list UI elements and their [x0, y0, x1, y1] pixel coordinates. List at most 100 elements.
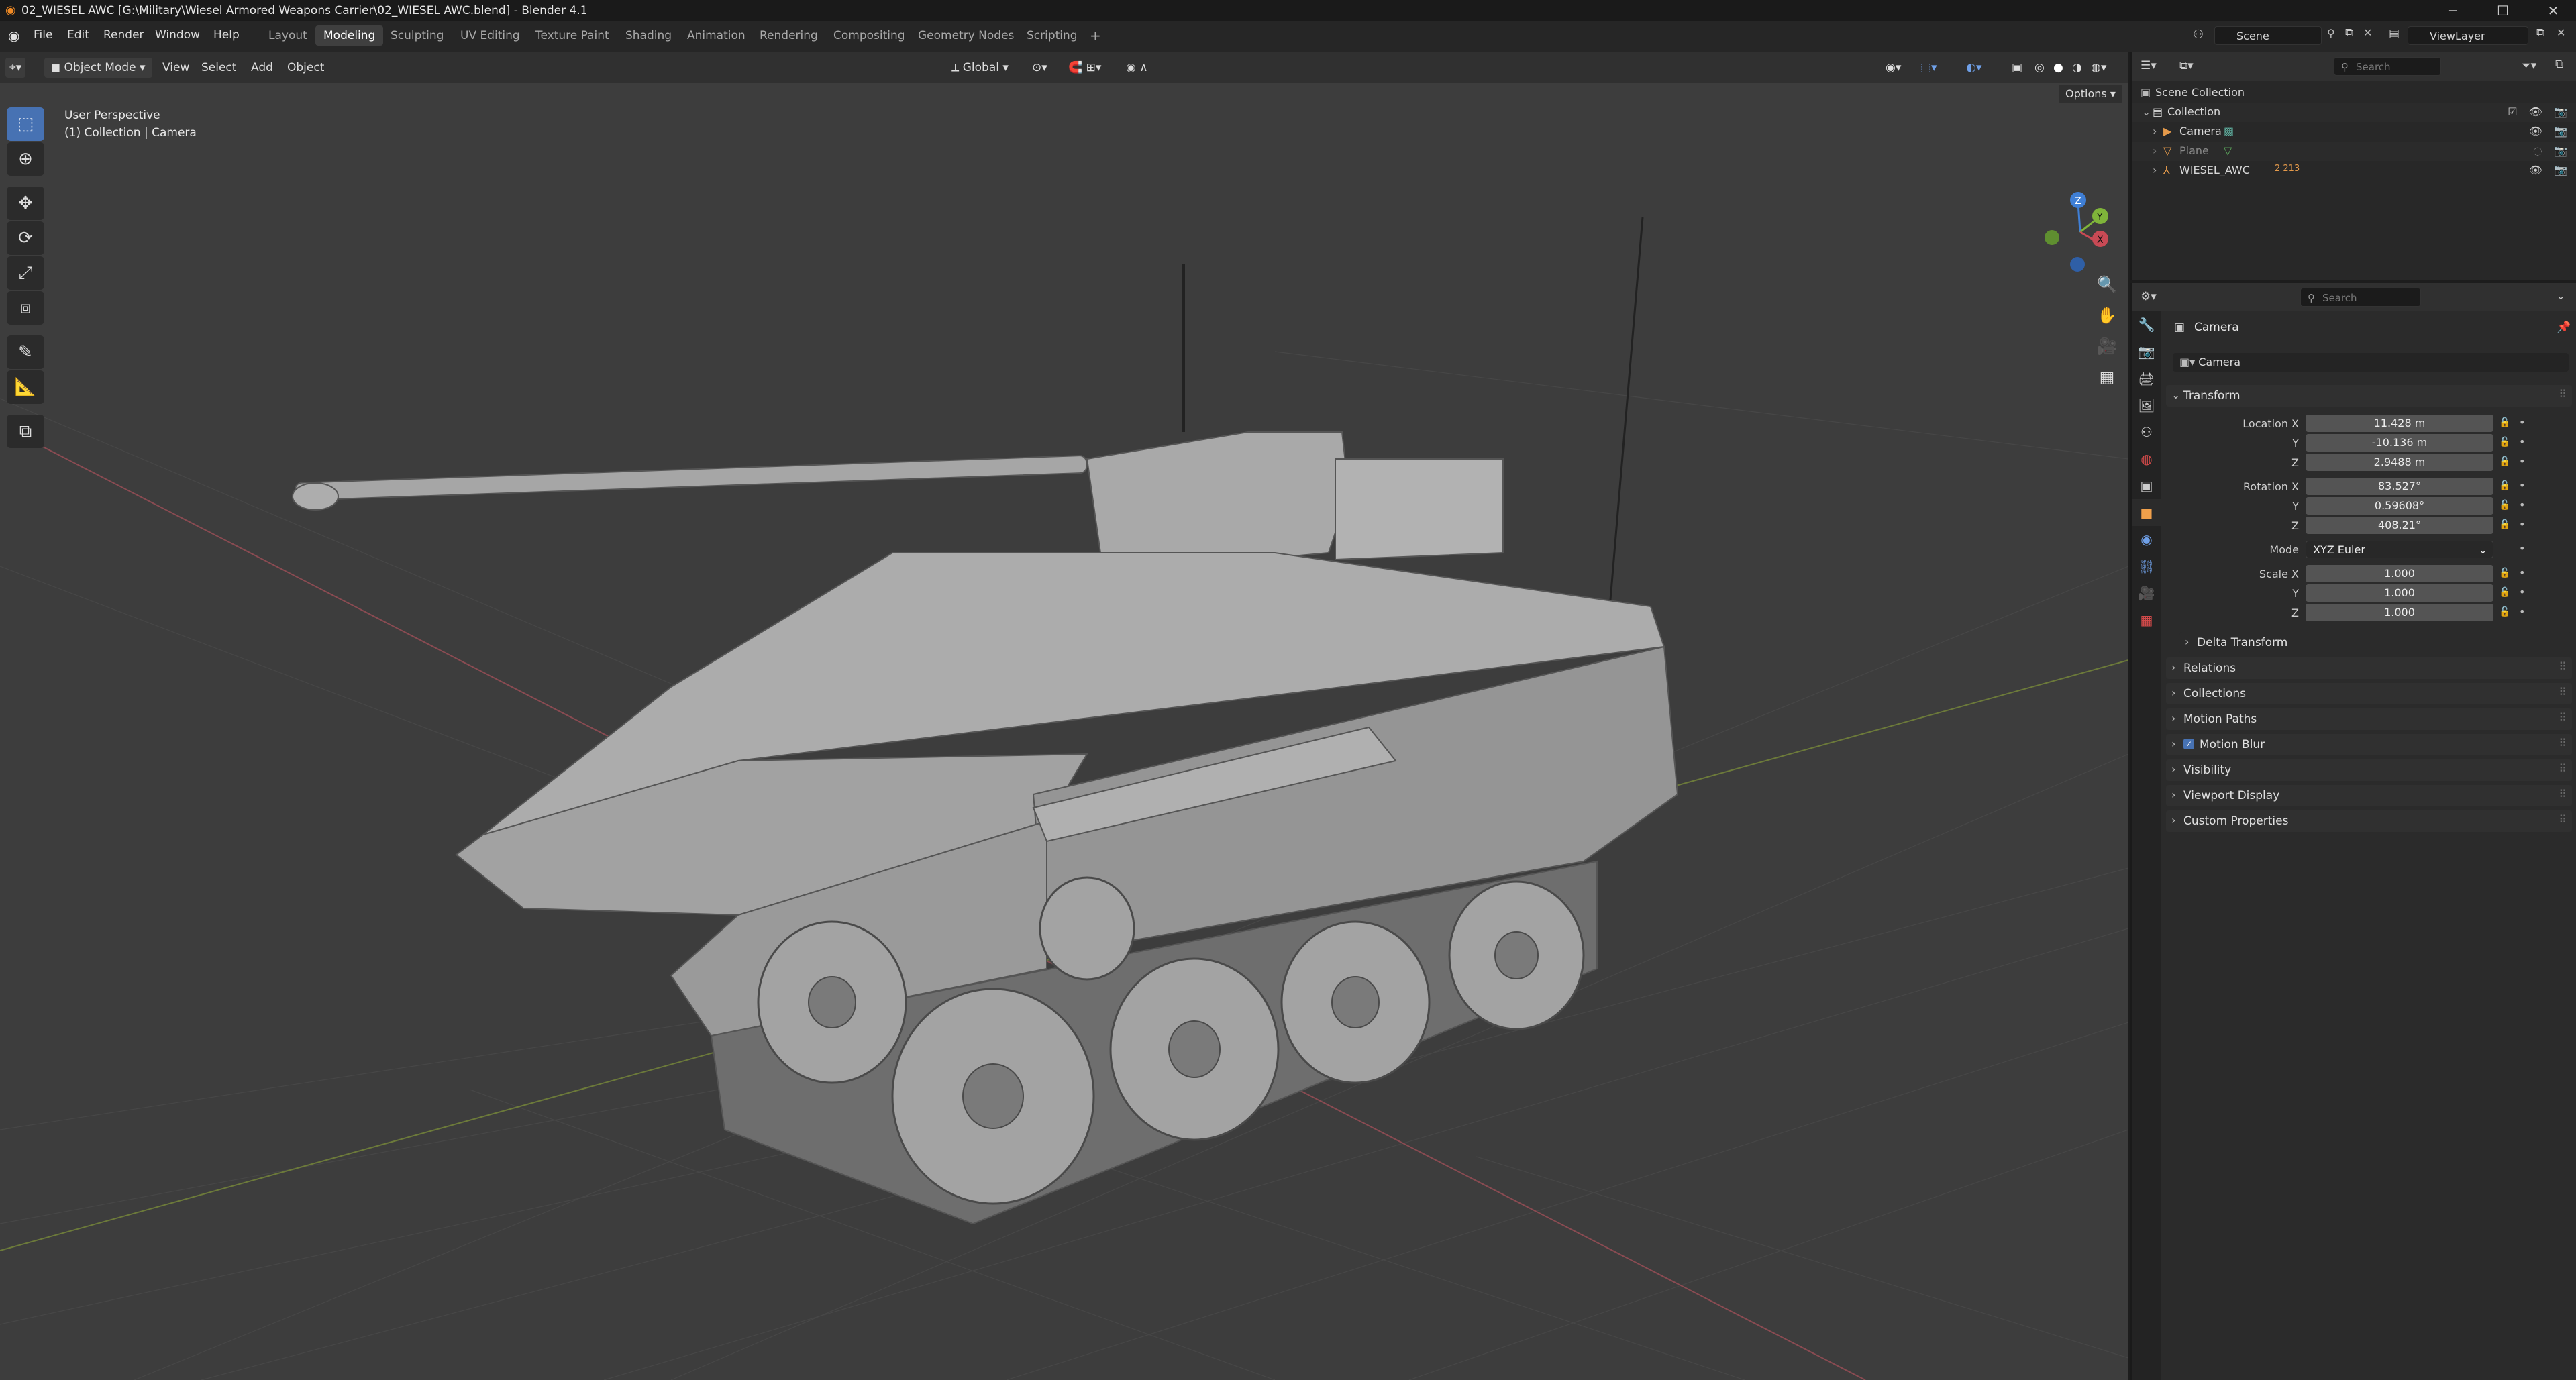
keyframe-dot-icon[interactable]: •: [2519, 498, 2525, 511]
close-button[interactable]: ✕: [2533, 0, 2573, 21]
rotate-tool-icon[interactable]: ⟳: [7, 221, 44, 255]
collection-visibility-icons[interactable]: ☑ 👁 📷: [2508, 105, 2571, 118]
motion-blur-panel-header[interactable]: › ✓ Motion Blur ⠿: [2166, 734, 2572, 755]
physics-tab-icon[interactable]: ◉: [2132, 526, 2161, 553]
new-scene-icon[interactable]: ⧉: [2345, 26, 2353, 40]
new-viewlayer-icon[interactable]: ⧉: [2536, 26, 2544, 40]
object-data-tab-icon[interactable]: 🎥: [2132, 580, 2161, 606]
display-mode-icon[interactable]: ⧉▾: [2179, 59, 2194, 72]
tab-geometry-nodes[interactable]: Geometry Nodes: [910, 25, 1022, 46]
drag-handle-icon[interactable]: ⠿: [2559, 711, 2567, 724]
rotation-mode-dropdown[interactable]: XYZ Euler ⌄: [2306, 541, 2493, 558]
lock-icon[interactable]: 🔓: [2499, 519, 2510, 530]
tab-animation[interactable]: Animation: [679, 25, 754, 46]
3d-viewport[interactable]: Z Y X User Perspective (1) Collection | …: [0, 83, 2128, 1380]
outliner-collection[interactable]: ⌄ ▤ Collection ☑ 👁 📷: [2132, 103, 2576, 122]
blender-menu-icon[interactable]: ◉: [8, 28, 19, 44]
pin-icon[interactable]: 📌: [2557, 321, 2571, 334]
lock-icon[interactable]: 🔓: [2499, 417, 2510, 428]
lock-icon[interactable]: 🔓: [2499, 587, 2510, 598]
viewport-menu-object[interactable]: Object: [280, 58, 331, 78]
navigation-gizmo[interactable]: Z Y X: [2045, 192, 2108, 272]
collection-tab-icon[interactable]: ▣: [2132, 472, 2161, 499]
editor-type-icon[interactable]: ⌖▾: [5, 58, 26, 78]
viewport-menu-select[interactable]: Select: [195, 58, 243, 78]
lock-icon[interactable]: 🔓: [2499, 500, 2510, 511]
menu-help[interactable]: Help: [213, 28, 240, 42]
pan-hand-icon[interactable]: ✋: [2094, 302, 2120, 329]
motion-paths-panel-header[interactable]: › Motion Paths ⠿: [2166, 708, 2572, 730]
tool-tab-icon[interactable]: 🔧: [2132, 311, 2161, 338]
menu-render[interactable]: Render: [103, 28, 144, 42]
pivot-point-icon[interactable]: ⊙▾: [1025, 58, 1054, 78]
keyframe-dot-icon[interactable]: •: [2519, 455, 2525, 468]
lock-icon[interactable]: 🔓: [2499, 568, 2510, 578]
expand-arrow-icon[interactable]: ›: [2153, 164, 2157, 176]
tab-modeling[interactable]: Modeling: [315, 25, 384, 46]
annotate-tool-icon[interactable]: ✎: [7, 335, 44, 369]
expand-arrow-icon[interactable]: ›: [2153, 125, 2157, 138]
drag-handle-icon[interactable]: ⠿: [2559, 388, 2567, 401]
transform-tool-icon[interactable]: ⧈: [7, 291, 44, 325]
keyframe-dot-icon[interactable]: •: [2519, 586, 2525, 598]
gizmo-toggle-icon[interactable]: ⬚▾: [1914, 58, 1944, 78]
measure-tool-icon[interactable]: 📐: [7, 370, 44, 404]
plane-visibility-icons[interactable]: ◌ 📷: [2533, 144, 2571, 157]
visibility-panel-header[interactable]: › Visibility ⠿: [2166, 759, 2572, 781]
xray-icon[interactable]: ▣: [2005, 58, 2029, 78]
viewport-menu-add[interactable]: Add: [244, 58, 280, 78]
menu-window[interactable]: Window: [155, 28, 200, 42]
pin-icon[interactable]: ⚲: [2327, 27, 2335, 40]
delete-viewlayer-icon[interactable]: ✕: [2557, 26, 2565, 39]
add-workspace-button[interactable]: +: [1082, 25, 1109, 46]
snap-icon[interactable]: 🧲 ⊞▾: [1062, 58, 1108, 78]
tab-sculpting[interactable]: Sculpting: [382, 25, 452, 46]
outliner-item-wiesel[interactable]: › ⅄ WIESEL_AWC 2 213 👁 📷: [2132, 161, 2576, 180]
outliner-editor-icon[interactable]: ☰▾: [2141, 59, 2157, 72]
scale-x-field[interactable]: 1.000: [2306, 565, 2493, 582]
lock-icon[interactable]: 🔓: [2499, 456, 2510, 467]
menu-file[interactable]: File: [34, 28, 52, 42]
outliner-search-input[interactable]: ⚲ Search: [2334, 57, 2441, 76]
select-box-tool-icon[interactable]: ⬚: [7, 107, 44, 141]
tab-shading[interactable]: Shading: [617, 25, 680, 46]
menu-edit[interactable]: Edit: [67, 28, 89, 42]
delete-scene-icon[interactable]: ✕: [2363, 26, 2372, 39]
keyframe-dot-icon[interactable]: •: [2519, 416, 2525, 429]
transform-panel-header[interactable]: ⌄ Transform ⠿: [2166, 385, 2572, 407]
transform-orientation-dropdown[interactable]: ⟂ Global ▾: [945, 58, 1015, 78]
tab-layout[interactable]: Layout: [260, 25, 315, 46]
render-tab-icon[interactable]: 📷: [2132, 338, 2161, 365]
outliner-scene-collection[interactable]: ▣ Scene Collection: [2132, 83, 2576, 103]
custom-properties-panel-header[interactable]: › Custom Properties ⠿: [2166, 810, 2572, 832]
object-tab-icon[interactable]: ■: [2132, 499, 2161, 526]
perspective-toggle-icon[interactable]: ▦: [2094, 364, 2120, 390]
minimize-button[interactable]: ─: [2432, 0, 2473, 21]
outliner-item-plane[interactable]: › ▽ Plane ▽ ◌ 📷: [2132, 142, 2576, 161]
properties-editor-icon[interactable]: ⚙▾: [2141, 290, 2157, 303]
maximize-button[interactable]: ☐: [2483, 0, 2523, 21]
wiesel-visibility-icons[interactable]: 👁 📷: [2529, 164, 2571, 176]
scene-tab-icon[interactable]: ⚇: [2132, 419, 2161, 445]
motion-blur-checkbox[interactable]: ✓: [2183, 739, 2194, 749]
filter-icon[interactable]: ⏷▾: [2522, 59, 2536, 72]
tab-compositing[interactable]: Compositing: [825, 25, 913, 46]
move-tool-icon[interactable]: ✥: [7, 187, 44, 220]
relations-panel-header[interactable]: › Relations ⠿: [2166, 657, 2572, 679]
rendered-shading-icon[interactable]: ◍▾: [2084, 58, 2113, 78]
scale-z-field[interactable]: 1.000: [2306, 604, 2493, 621]
wiesel-tank-model[interactable]: [292, 217, 1679, 1225]
output-tab-icon[interactable]: 🖨: [2132, 365, 2161, 392]
texture-tab-icon[interactable]: ▦: [2132, 606, 2161, 633]
properties-search-input[interactable]: ⚲ Search: [2300, 288, 2421, 307]
keyframe-dot-icon[interactable]: •: [2519, 605, 2525, 618]
drag-handle-icon[interactable]: ⠿: [2559, 686, 2567, 698]
location-z-field[interactable]: 2.9488 m: [2306, 454, 2493, 471]
viewlayer-selector[interactable]: ViewLayer: [2408, 26, 2528, 45]
object-name-field[interactable]: ▣▾ Camera: [2173, 353, 2569, 372]
drag-handle-icon[interactable]: ⠿: [2559, 813, 2567, 826]
expand-arrow-icon[interactable]: ⌄: [2142, 105, 2151, 118]
viewport-menu-view[interactable]: View: [156, 58, 196, 78]
lock-icon[interactable]: 🔓: [2499, 437, 2510, 447]
keyframe-dot-icon[interactable]: •: [2519, 566, 2525, 579]
